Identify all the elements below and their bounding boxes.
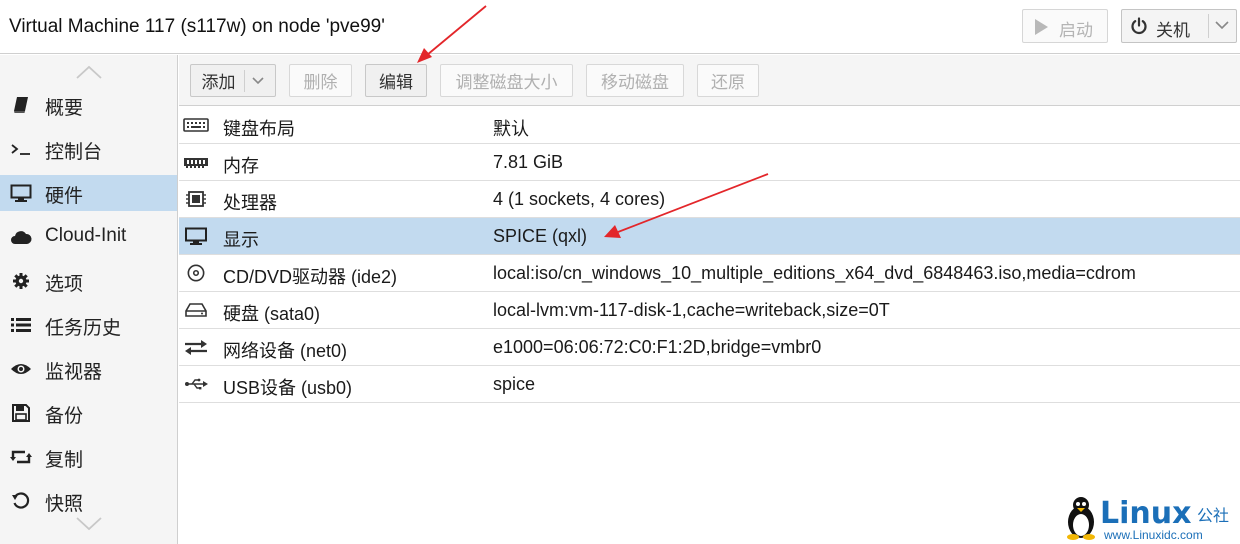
chevron-down-icon bbox=[251, 76, 264, 84]
split-divider bbox=[243, 69, 245, 92]
table-row-display[interactable]: 显示 SPICE (qxl) bbox=[179, 218, 1240, 255]
sidebar-item-cloud-init[interactable]: Cloud-Init bbox=[0, 219, 177, 255]
retweet-icon bbox=[10, 448, 32, 466]
table-row-memory[interactable]: 内存 7.81 GiB bbox=[179, 144, 1240, 181]
watermark-url: www.Linuxidc.com bbox=[1104, 528, 1203, 542]
gear-icon bbox=[10, 272, 32, 290]
row-name: 显示 bbox=[223, 230, 259, 250]
cpu-icon bbox=[186, 191, 206, 207]
row-value: e1000=06:06:72:C0:F1:2D,bridge=vmbr0 bbox=[493, 337, 822, 357]
chevron-down-icon[interactable] bbox=[1214, 19, 1230, 31]
table-row-network[interactable]: 网络设备 (net0) e1000=06:06:72:C0:F1:2D,brid… bbox=[179, 329, 1240, 366]
book-icon bbox=[10, 96, 32, 114]
sidebar: 概要 控制台 硬件 Cloud-Init 选项 任务历史 监视器 备份 复制 快… bbox=[0, 55, 178, 544]
sidebar-item-label: 监视器 bbox=[45, 362, 103, 383]
sidebar-item-label: 复制 bbox=[45, 450, 84, 471]
row-value: SPICE (qxl) bbox=[493, 226, 588, 246]
desktop-icon bbox=[185, 227, 207, 245]
window-title: Virtual Machine 117 (s117w) on node 'pve… bbox=[9, 16, 385, 37]
sidebar-item-label: 控制台 bbox=[45, 142, 103, 163]
exchange-icon bbox=[185, 340, 207, 355]
row-value: 默认 bbox=[493, 119, 529, 139]
row-name: 内存 bbox=[223, 156, 259, 176]
row-value: local:iso/cn_windows_10_multiple_edition… bbox=[493, 263, 1136, 283]
sidebar-item-label: Cloud-Init bbox=[45, 225, 127, 246]
sidebar-item-label: 任务历史 bbox=[45, 318, 122, 339]
tux-icon bbox=[1067, 497, 1095, 540]
row-name: CD/DVD驱动器 (ide2) bbox=[223, 267, 398, 287]
sidebar-item-label: 选项 bbox=[45, 274, 84, 295]
shutdown-button[interactable]: 关机 bbox=[1121, 9, 1237, 43]
sidebar-item-summary[interactable]: 概要 bbox=[0, 87, 177, 123]
table-row-processor[interactable]: 处理器 4 (1 sockets, 4 cores) bbox=[179, 181, 1240, 218]
usb-icon bbox=[185, 378, 208, 390]
cdrom-icon bbox=[187, 264, 205, 282]
edit-button[interactable]: 编辑 bbox=[365, 64, 427, 97]
watermark-brand: Linux bbox=[1100, 496, 1192, 531]
sidebar-item-label: 快照 bbox=[45, 494, 84, 515]
sidebar-item-options[interactable]: 选项 bbox=[0, 263, 177, 299]
terminal-icon bbox=[10, 140, 32, 158]
title-bar: Virtual Machine 117 (s117w) on node 'pve… bbox=[0, 0, 1240, 54]
eye-icon bbox=[10, 360, 32, 378]
split-divider bbox=[1208, 14, 1209, 38]
add-button[interactable]: 添加 bbox=[190, 64, 276, 97]
remove-button[interactable]: 删除 bbox=[289, 64, 352, 97]
watermark-cn: 公社 bbox=[1197, 508, 1230, 525]
play-icon bbox=[1035, 19, 1048, 35]
row-name: 硬盘 (sata0) bbox=[223, 304, 321, 324]
sidebar-item-console[interactable]: 控制台 bbox=[0, 131, 177, 167]
sidebar-item-snapshot[interactable]: 快照 bbox=[0, 483, 177, 519]
sidebar-item-backup[interactable]: 备份 bbox=[0, 395, 177, 431]
row-value: local-lvm:vm-117-disk-1,cache=writeback,… bbox=[493, 300, 890, 320]
row-name: USB设备 (usb0) bbox=[223, 378, 353, 398]
row-name: 键盘布局 bbox=[223, 119, 295, 139]
sidebar-item-task-history[interactable]: 任务历史 bbox=[0, 307, 177, 343]
scroll-down-icon[interactable] bbox=[74, 515, 104, 533]
row-value: spice bbox=[493, 374, 536, 394]
table-row-usb[interactable]: USB设备 (usb0) spice bbox=[179, 366, 1240, 403]
row-value: 4 (1 sockets, 4 cores) bbox=[493, 189, 666, 209]
move-disk-button[interactable]: 移动磁盘 bbox=[586, 64, 684, 97]
sidebar-item-label: 硬件 bbox=[45, 186, 84, 207]
shutdown-button-label: 关机 bbox=[1156, 21, 1190, 40]
monitor-icon bbox=[10, 184, 32, 202]
start-button-label: 启动 bbox=[1059, 21, 1093, 40]
memory-icon bbox=[184, 158, 208, 168]
revert-button[interactable]: 还原 bbox=[697, 64, 759, 97]
sidebar-item-label: 概要 bbox=[45, 98, 84, 119]
floppy-icon bbox=[10, 404, 32, 422]
power-icon bbox=[1131, 17, 1147, 35]
table-row-harddisk[interactable]: 硬盘 (sata0) local-lvm:vm-117-disk-1,cache… bbox=[179, 292, 1240, 329]
table-row-cdrom[interactable]: CD/DVD驱动器 (ide2) local:iso/cn_windows_10… bbox=[179, 255, 1240, 292]
row-value: 7.81 GiB bbox=[493, 152, 564, 172]
hdd-icon bbox=[185, 303, 207, 317]
start-button[interactable]: 启动 bbox=[1022, 9, 1108, 43]
resize-disk-button[interactable]: 调整磁盘大小 bbox=[440, 64, 573, 97]
keyboard-icon bbox=[183, 118, 209, 132]
watermark-logo: Linux 公社 www.Linuxidc.com bbox=[1060, 494, 1238, 542]
row-name: 网络设备 (net0) bbox=[223, 341, 348, 361]
table-row-keyboard[interactable]: 键盘布局 默认 bbox=[179, 107, 1240, 144]
sidebar-item-hardware[interactable]: 硬件 bbox=[0, 175, 177, 211]
sidebar-item-replication[interactable]: 复制 bbox=[0, 439, 177, 475]
history-icon bbox=[10, 492, 32, 510]
scroll-up-icon[interactable] bbox=[74, 63, 104, 81]
add-button-label: 添加 bbox=[201, 73, 236, 92]
cloud-icon bbox=[10, 228, 32, 246]
hardware-toolbar: 添加 删除 编辑 调整磁盘大小 移动磁盘 还原 bbox=[179, 55, 1240, 106]
row-name: 处理器 bbox=[223, 193, 277, 213]
sidebar-item-monitor[interactable]: 监视器 bbox=[0, 351, 177, 387]
list-icon bbox=[10, 316, 32, 334]
sidebar-item-label: 备份 bbox=[45, 406, 84, 427]
